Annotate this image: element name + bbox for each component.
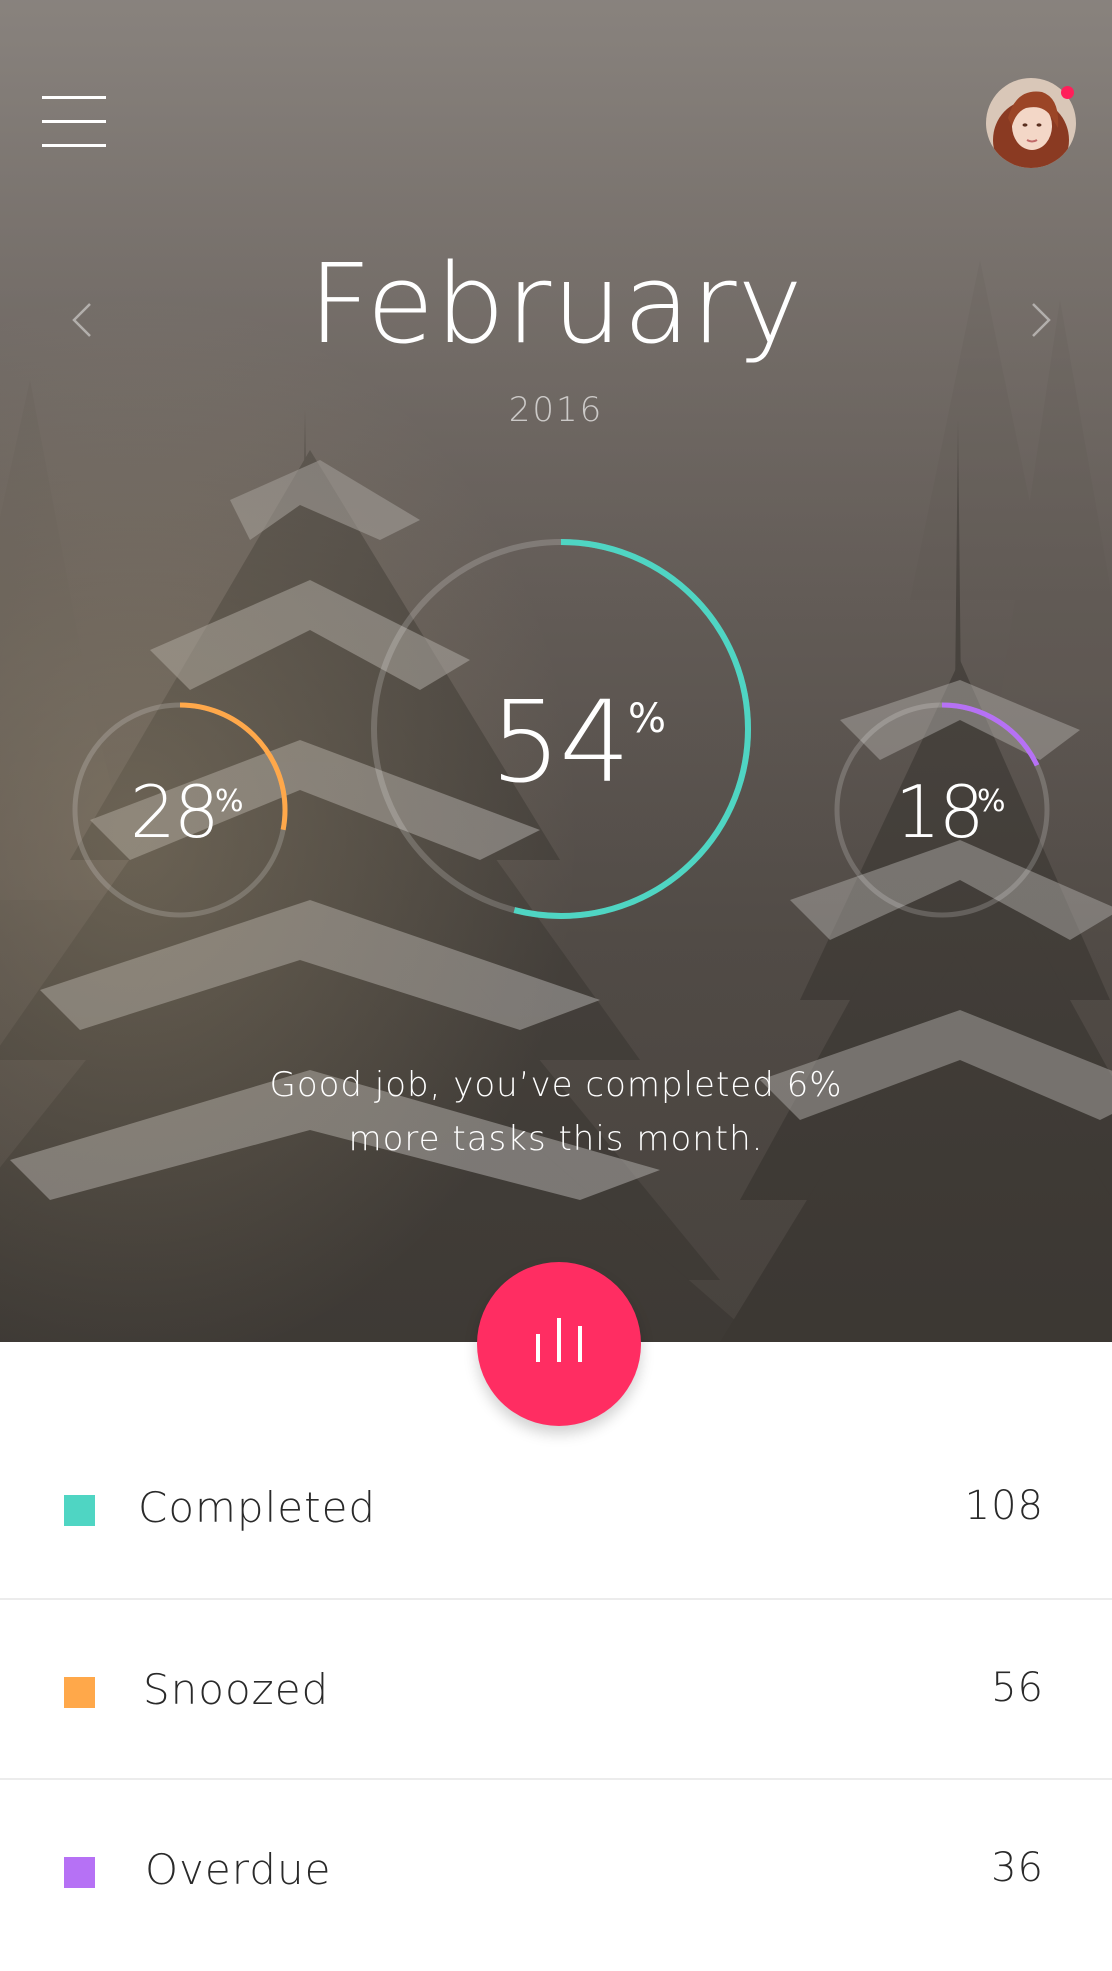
month-title: February <box>308 240 804 368</box>
legend-row-completed[interactable]: Completed 108 <box>0 1420 1112 1600</box>
stats-button[interactable] <box>477 1262 641 1426</box>
overdue-percent-unit: % <box>977 784 1006 819</box>
completed-count: 108 <box>964 1483 1044 1529</box>
legend-row-snoozed[interactable]: Snoozed 56 <box>0 1600 1112 1780</box>
overdue-count: 36 <box>991 1845 1044 1891</box>
year-label: 2016 <box>508 390 604 430</box>
notification-badge <box>1061 86 1074 99</box>
completed-percent-value: 54 <box>490 678 631 808</box>
overdue-label: Overdue <box>145 1845 332 1894</box>
message-line-1: Good job, you’ve completed 6% <box>269 1065 843 1105</box>
avatar[interactable] <box>986 78 1076 168</box>
bar-chart-icon <box>536 1318 582 1362</box>
completed-label: Completed <box>138 1483 377 1532</box>
hamburger-menu-icon <box>42 96 106 99</box>
snoozed-percent-unit: % <box>215 784 244 819</box>
legend-row-overdue[interactable]: Overdue 36 <box>0 1780 1112 1960</box>
overdue-percent-value: 18 <box>895 770 985 854</box>
hero-banner: February 2016 28 % 54 % 18 % Good job, y… <box>0 0 1112 1342</box>
snoozed-count: 56 <box>991 1665 1044 1711</box>
progress-message: Good job, you’ve completed 6% more tasks… <box>0 1058 1112 1166</box>
completed-percent-unit: % <box>628 696 667 742</box>
snoozed-swatch <box>64 1677 95 1708</box>
menu-button[interactable] <box>42 96 106 150</box>
overdue-swatch <box>64 1857 95 1888</box>
snoozed-label: Snoozed <box>143 1665 330 1714</box>
snoozed-percent-value: 28 <box>130 770 220 854</box>
completed-swatch <box>64 1495 95 1526</box>
message-line-2: more tasks this month. <box>348 1119 764 1159</box>
